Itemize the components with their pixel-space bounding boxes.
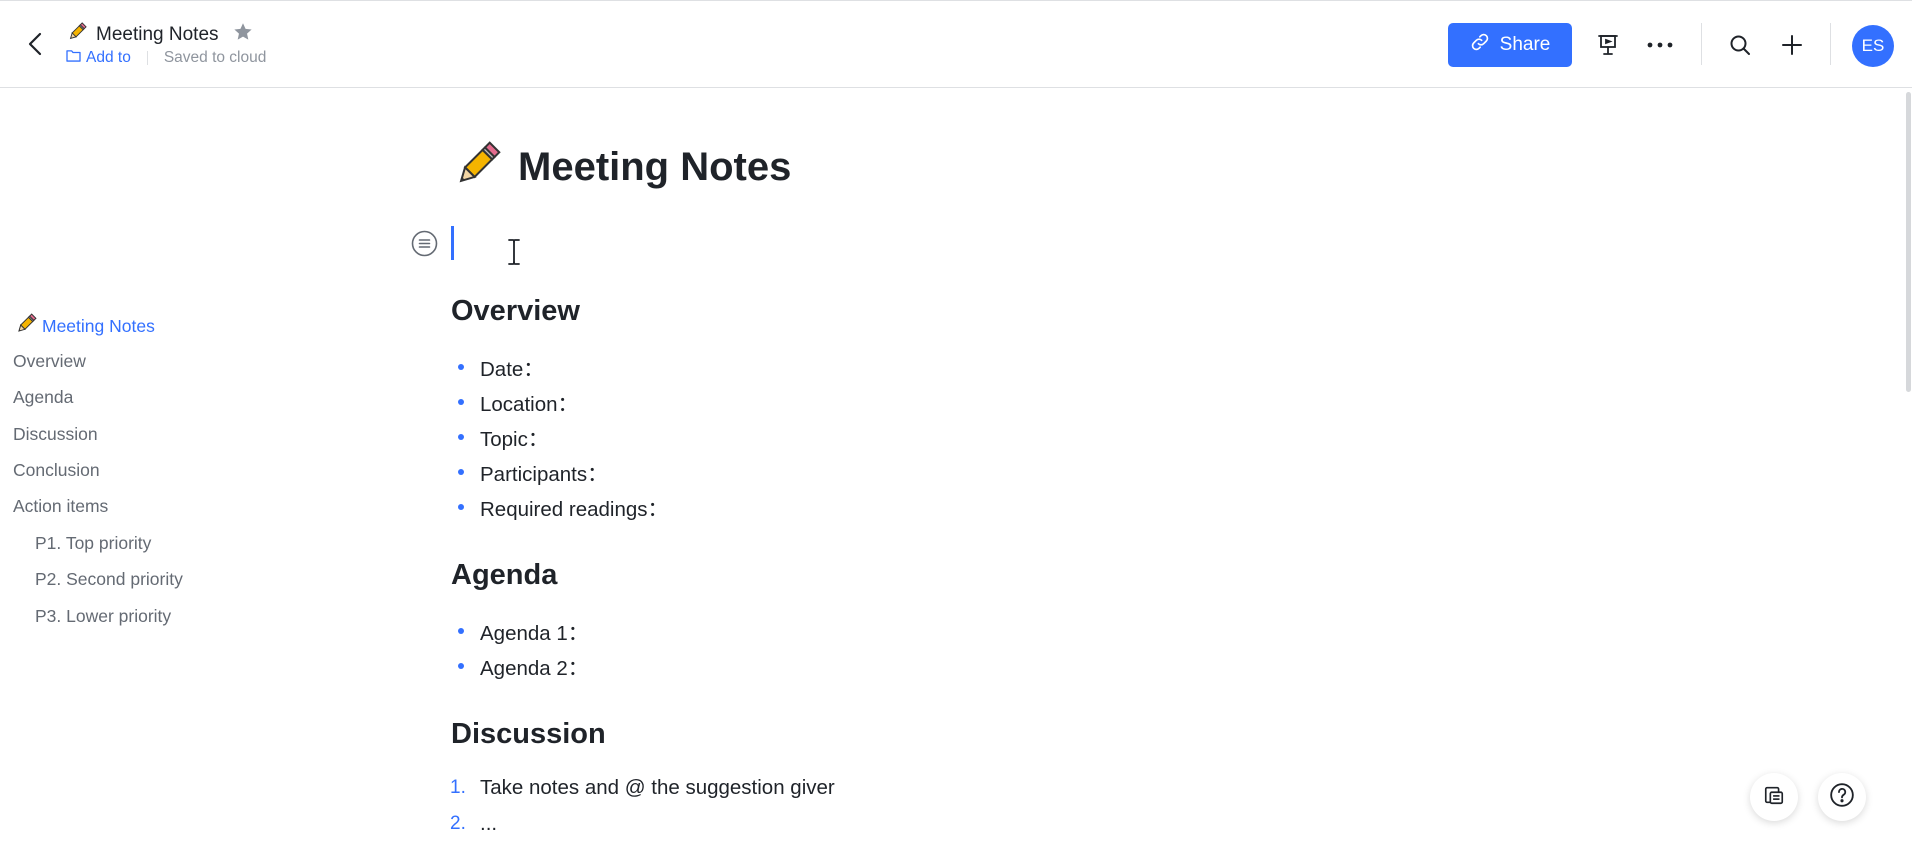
- outline-toggle-button[interactable]: [1750, 773, 1798, 821]
- pencil-icon: [66, 21, 88, 48]
- outline-item-label: Action items: [13, 496, 109, 516]
- divider: [146, 51, 148, 65]
- doc-title-heading: Meeting Notes: [518, 145, 792, 189]
- outline-item-overview[interactable]: Overview: [13, 351, 86, 372]
- overview-heading[interactable]: Overview: [451, 295, 580, 328]
- outline-item-label: Discussion: [13, 424, 98, 444]
- outline-item-label: Meeting Notes: [42, 316, 155, 336]
- link-icon: [1470, 32, 1490, 58]
- bullet-dot: [458, 469, 464, 475]
- toolbar-divider: [1701, 23, 1702, 65]
- list-item-text: Topic：: [480, 428, 549, 451]
- item-number: 1.: [450, 777, 466, 798]
- search-icon[interactable]: [1722, 27, 1758, 63]
- outline-item-action-items[interactable]: Action items: [13, 496, 108, 517]
- presentation-icon[interactable]: [1590, 27, 1626, 63]
- doc-title-group[interactable]: Meeting Notes: [66, 21, 219, 48]
- outline-item-p3[interactable]: P3. Lower priority: [35, 606, 171, 627]
- list-item-text: Agenda 1：: [480, 622, 589, 645]
- avatar-initials: ES: [1861, 36, 1885, 55]
- outline-item-conclusion[interactable]: Conclusion: [13, 460, 100, 481]
- outline-item-meeting-notes[interactable]: Meeting Notes: [14, 312, 155, 341]
- outline-item-p2[interactable]: P2. Second priority: [35, 569, 183, 590]
- bullet-dot: [458, 434, 464, 440]
- bullet-dot: [458, 504, 464, 510]
- list-item[interactable]: Participants：: [450, 457, 608, 487]
- doc-subtitle-row: Add to Saved to cloud: [66, 49, 266, 67]
- outline-item-p1[interactable]: P1. Top priority: [35, 533, 151, 554]
- agenda-heading[interactable]: Agenda: [451, 559, 557, 592]
- numbered-item[interactable]: 1. Take notes and @ the suggestion giver: [450, 776, 835, 800]
- block-menu-icon[interactable]: [411, 230, 438, 257]
- doc-title[interactable]: Meeting Notes: [96, 24, 219, 46]
- discussion-heading[interactable]: Discussion: [451, 718, 606, 751]
- list-item[interactable]: Required readings：: [450, 492, 668, 522]
- outline-item-label: P1. Top priority: [35, 533, 152, 553]
- help-button[interactable]: [1818, 773, 1866, 821]
- list-item[interactable]: Agenda 2：: [450, 651, 588, 681]
- vertical-scrollbar[interactable]: [1906, 92, 1911, 392]
- numbered-item-text: Take notes and @ the suggestion giver: [480, 776, 835, 799]
- list-item-text: Required readings：: [480, 498, 669, 521]
- list-item[interactable]: Location：: [450, 387, 578, 417]
- outline-item-discussion[interactable]: Discussion: [13, 424, 98, 445]
- save-status: Saved to cloud: [163, 49, 267, 66]
- outline-item-label: P2. Second priority: [35, 569, 183, 589]
- more-icon[interactable]: [1642, 27, 1678, 63]
- bullet-dot: [458, 364, 464, 370]
- add-to-label: Add to: [86, 49, 131, 66]
- text-cursor-icon: [506, 238, 522, 266]
- pencil-icon: [14, 312, 38, 341]
- outline-item-label: Overview: [13, 351, 86, 371]
- item-number: 2.: [450, 813, 466, 834]
- numbered-item-text: ...: [480, 812, 498, 835]
- folder-icon: [66, 49, 81, 67]
- star-icon[interactable]: [232, 21, 256, 45]
- outline-item-label: P3. Lower priority: [35, 606, 172, 626]
- bullet-dot: [458, 399, 464, 405]
- list-item-text: Date：: [480, 358, 544, 381]
- back-icon[interactable]: [22, 29, 48, 59]
- avatar[interactable]: ES: [1852, 25, 1894, 67]
- list-item[interactable]: Topic：: [450, 422, 548, 452]
- toolbar-divider: [1830, 23, 1831, 65]
- bullet-dot: [458, 628, 464, 634]
- list-item-text: Participants：: [480, 463, 608, 486]
- top-bar: Meeting Notes Add to Saved to cloud Shar…: [0, 0, 1912, 88]
- doc-heading[interactable]: Meeting Notes: [450, 138, 791, 197]
- help-icon: [1829, 782, 1855, 813]
- list-item[interactable]: Agenda 1：: [450, 616, 588, 646]
- outline-item-label: Agenda: [13, 387, 74, 407]
- add-to-button[interactable]: Add to: [66, 49, 131, 67]
- list-item[interactable]: Date：: [450, 352, 544, 382]
- bullet-dot: [458, 663, 464, 669]
- list-item-text: Location：: [480, 393, 579, 416]
- outline-item-label: Conclusion: [13, 460, 100, 480]
- text-caret: [451, 226, 454, 260]
- share-button[interactable]: Share: [1448, 23, 1572, 67]
- list-item-text: Agenda 2：: [480, 657, 589, 680]
- plus-icon[interactable]: [1774, 27, 1810, 63]
- pencil-icon: [450, 138, 504, 197]
- outline-item-agenda[interactable]: Agenda: [13, 387, 73, 408]
- share-label: Share: [1499, 34, 1551, 55]
- outline-toggle-icon: [1763, 784, 1785, 811]
- numbered-item[interactable]: 2....: [450, 812, 497, 836]
